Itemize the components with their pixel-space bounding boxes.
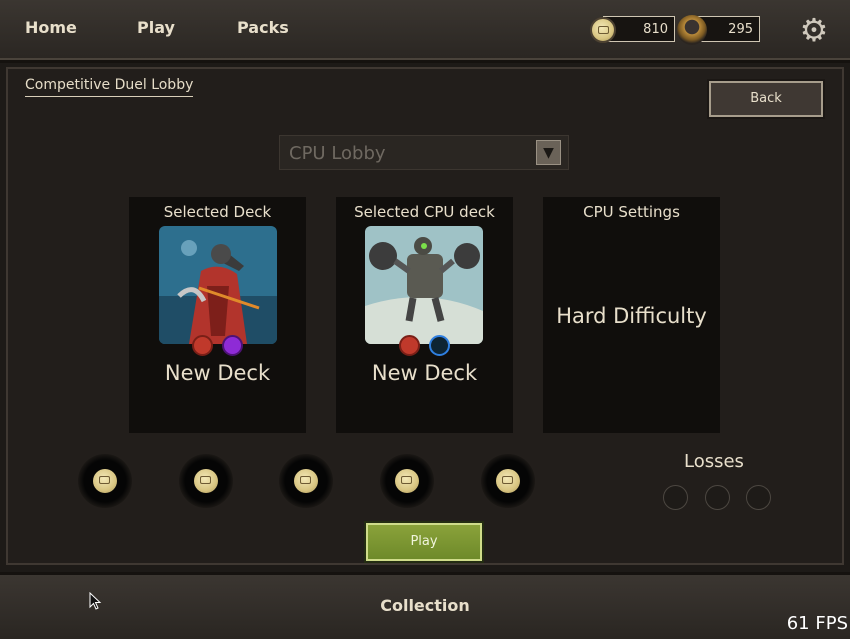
coin-icon bbox=[93, 469, 117, 493]
nav-play[interactable]: Play bbox=[137, 18, 175, 37]
back-button[interactable]: Back bbox=[707, 79, 825, 119]
shield-faction-icon bbox=[429, 335, 450, 356]
fire-faction-icon bbox=[192, 335, 213, 356]
loss-indicator bbox=[663, 485, 688, 510]
dust-amount: 295 bbox=[728, 22, 753, 37]
cpu-settings-card[interactable]: CPU Settings Hard Difficulty bbox=[543, 197, 720, 433]
win-slot bbox=[380, 454, 434, 508]
coin-icon bbox=[294, 469, 318, 493]
dust-icon bbox=[677, 15, 707, 45]
gold-amount: 810 bbox=[643, 22, 668, 37]
cpu-deck-card[interactable]: Selected CPU deck New Deck bbox=[336, 197, 513, 433]
win-slot bbox=[279, 454, 333, 508]
cpu-deck-header: Selected CPU deck bbox=[354, 203, 495, 221]
top-navbar: Home Play Packs 810 295 ⚙ bbox=[0, 0, 850, 63]
loss-indicator bbox=[705, 485, 730, 510]
win-slot bbox=[179, 454, 233, 508]
player-deck-name: New Deck bbox=[164, 361, 271, 385]
settings-gear-icon[interactable]: ⚙ bbox=[798, 14, 830, 46]
lobby-mode-value: CPU Lobby bbox=[289, 143, 386, 164]
deck-art-plague-doctor bbox=[159, 226, 277, 344]
selected-deck-header: Selected Deck bbox=[163, 203, 272, 221]
gold-coin-icon bbox=[590, 17, 616, 43]
fire-faction-icon bbox=[399, 335, 420, 356]
spiral-faction-icon bbox=[222, 335, 243, 356]
win-slot bbox=[481, 454, 535, 508]
coin-icon bbox=[194, 469, 218, 493]
fps-counter: 61 FPS bbox=[786, 613, 848, 634]
deck-art-mace-robot bbox=[365, 226, 483, 344]
lobby-title: Competitive Duel Lobby bbox=[25, 77, 194, 97]
collection-button[interactable]: Collection bbox=[0, 596, 850, 615]
cpu-deck-name: New Deck bbox=[371, 361, 478, 385]
mouse-cursor-icon bbox=[89, 592, 102, 610]
chevron-down-icon[interactable]: ▼ bbox=[536, 140, 561, 165]
selected-deck-card[interactable]: Selected Deck New Deck bbox=[129, 197, 306, 433]
nav-home[interactable]: Home bbox=[25, 18, 77, 37]
cpu-difficulty: Hard Difficulty bbox=[556, 304, 707, 328]
coin-icon bbox=[496, 469, 520, 493]
win-slot bbox=[78, 454, 132, 508]
losses-label: Losses bbox=[684, 451, 744, 472]
play-button[interactable]: Play bbox=[364, 521, 484, 563]
loss-indicator bbox=[746, 485, 771, 510]
nav-packs[interactable]: Packs bbox=[237, 18, 289, 37]
bottom-bar: Collection bbox=[0, 572, 850, 639]
lobby-mode-dropdown[interactable]: CPU Lobby ▼ bbox=[279, 135, 569, 170]
cpu-settings-header: CPU Settings bbox=[583, 203, 680, 221]
coin-icon bbox=[395, 469, 419, 493]
